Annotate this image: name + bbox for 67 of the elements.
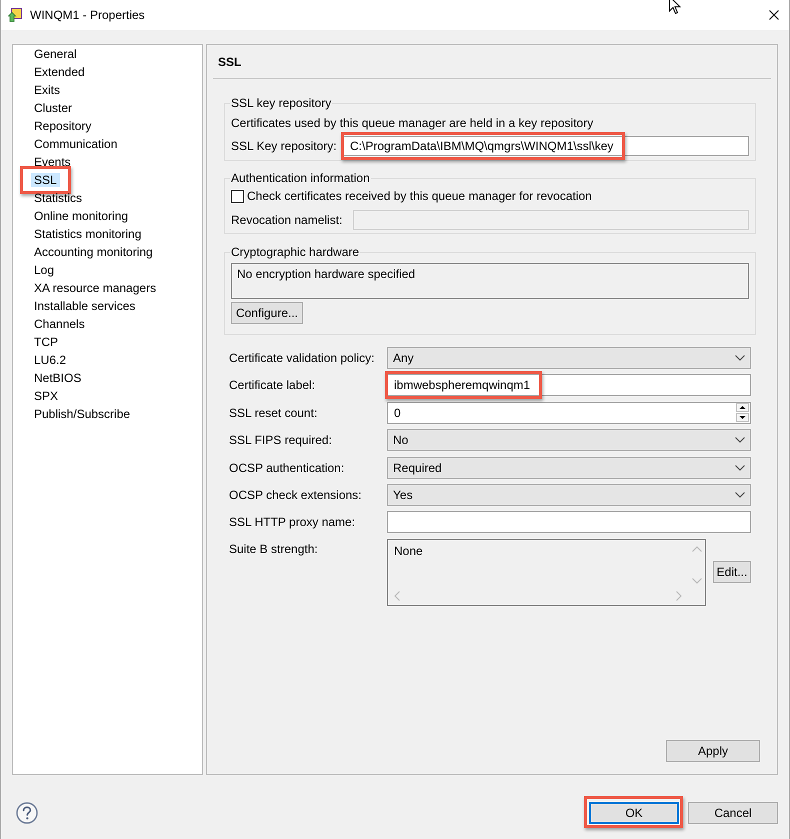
category-item[interactable]: Repository	[31, 119, 94, 133]
list-item[interactable]: None	[394, 544, 682, 558]
configure-button[interactable]: Configure...	[231, 302, 303, 324]
close-icon	[769, 10, 779, 20]
category-item[interactable]: Log	[31, 263, 58, 277]
category-item[interactable]: XA resource managers	[31, 281, 160, 295]
help-icon[interactable]	[16, 802, 38, 824]
dialog-button[interactable]: Cancel	[688, 802, 778, 824]
scroll-right-icon[interactable]	[676, 591, 682, 602]
field-label: SSL FIPS required:	[229, 433, 333, 448]
chevron-down-icon	[735, 355, 745, 361]
chevron-down-icon	[735, 492, 745, 498]
category-item[interactable]: Installable services	[31, 299, 138, 313]
category-item[interactable]: LU6.2	[31, 353, 70, 367]
edit-button[interactable]: Edit...	[713, 561, 751, 584]
window-title: WINQM1 - Properties	[30, 8, 145, 22]
category-item[interactable]: Online monitoring	[31, 209, 132, 223]
group-title: Cryptographic hardware	[230, 245, 360, 259]
group-title: SSL key repository	[230, 96, 332, 110]
spin-down-icon[interactable]	[736, 413, 749, 422]
field-label: SSL Key repository:	[231, 139, 338, 153]
dropdown[interactable]: Any	[387, 347, 751, 369]
list-box[interactable]: None	[387, 538, 706, 606]
category-item[interactable]: SPX	[31, 389, 62, 403]
category-item[interactable]: Cluster	[31, 101, 76, 115]
chevron-down-icon	[735, 464, 745, 471]
category-item[interactable]: TCP	[31, 335, 61, 349]
chevron-down-icon	[735, 437, 745, 444]
field-label: Certificate validation policy:	[229, 351, 376, 365]
dropdown[interactable]: No	[387, 429, 751, 452]
text-area[interactable]: No encryption hardware specified	[231, 263, 749, 299]
field-label: Suite B strength:	[229, 540, 319, 556]
field-label: SSL HTTP proxy name:	[229, 515, 356, 530]
scroll-down-icon[interactable]	[692, 578, 702, 584]
category-item[interactable]: NetBIOS	[31, 371, 84, 385]
category-item[interactable]: SSL	[31, 173, 60, 187]
category-item[interactable]: Extended	[31, 65, 88, 79]
checkbox-label[interactable]: Check certificates received by this queue manager for revocation	[247, 189, 592, 203]
dropdown[interactable]: Yes	[387, 484, 751, 506]
spin-up-icon[interactable]	[736, 403, 749, 412]
scroll-up-icon[interactable]	[692, 546, 702, 552]
category-item[interactable]: Communication	[31, 137, 120, 151]
apply-button[interactable]: Apply	[666, 740, 760, 762]
category-item[interactable]: Statistics	[31, 191, 86, 205]
checkbox[interactable]	[231, 190, 244, 202]
category-item[interactable]: Channels	[31, 317, 88, 331]
dropdown[interactable]: Required	[387, 456, 751, 479]
field-label: Certificate label:	[229, 378, 316, 392]
category-item[interactable]: Publish/Subscribe	[31, 407, 134, 421]
scroll-left-icon[interactable]	[394, 591, 400, 602]
field-label: Revocation namelist:	[231, 213, 344, 227]
app-icon	[8, 8, 22, 22]
dialog-button[interactable]: OK	[589, 802, 679, 824]
field-label: SSL reset count:	[229, 406, 318, 420]
category-item[interactable]: Exits	[31, 83, 64, 97]
group-title: Authentication information	[230, 171, 371, 185]
category-item[interactable]: Events	[31, 155, 74, 169]
category-item[interactable]: Accounting monitoring	[31, 245, 156, 259]
category-item[interactable]: Statistics monitoring	[31, 227, 144, 241]
field-label: OCSP check extensions:	[229, 488, 363, 502]
page-title: SSL	[218, 54, 242, 68]
text-field[interactable]: ibmwebspheremqwinqm1	[387, 374, 751, 396]
description-text: Certificates used by this queue manager are held in a key repository	[231, 116, 594, 130]
field-label: OCSP authentication:	[229, 460, 346, 475]
category-item[interactable]: General	[31, 47, 80, 61]
spinner-field[interactable]: 0	[387, 402, 751, 424]
text-field[interactable]	[387, 511, 751, 534]
